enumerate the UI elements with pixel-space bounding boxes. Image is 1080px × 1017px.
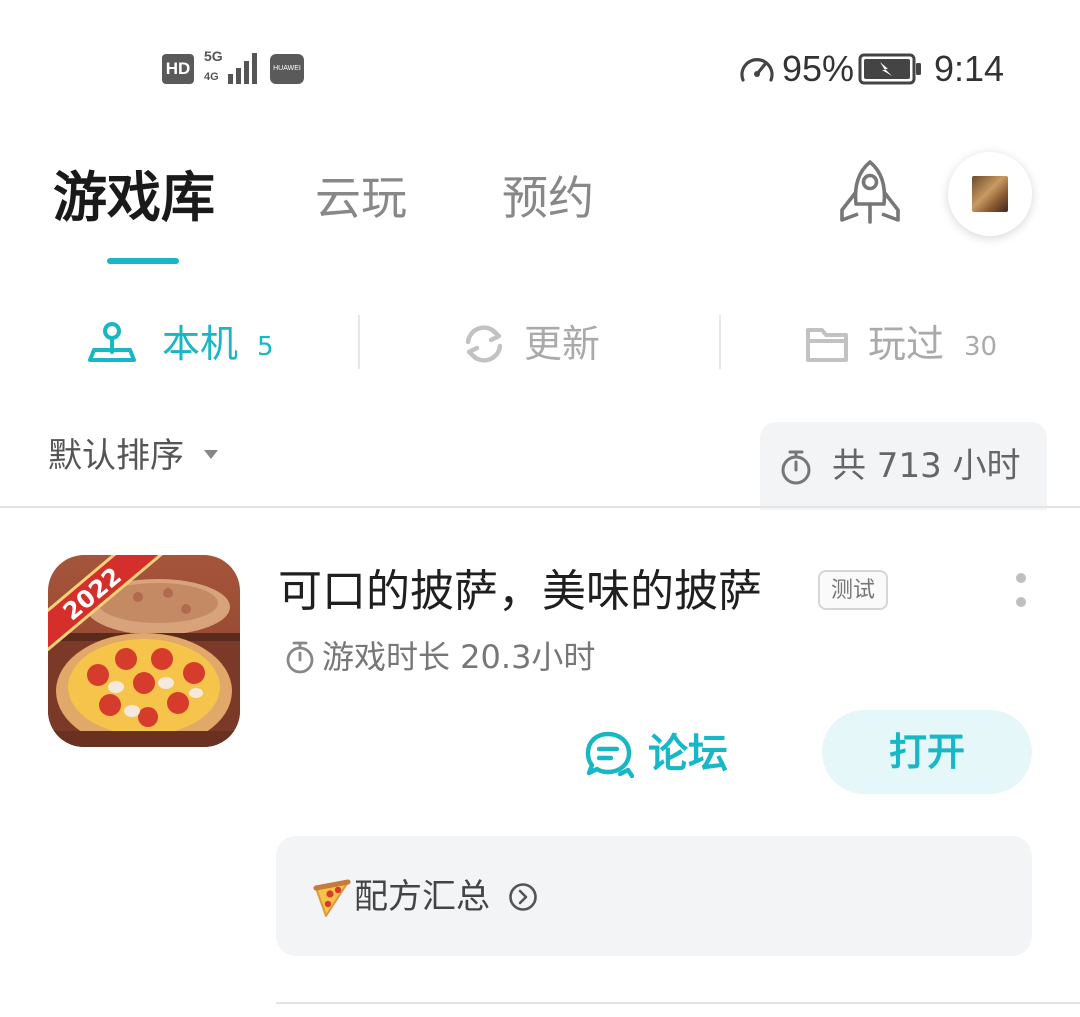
hd-icon: HD	[162, 54, 194, 84]
stopwatch-icon	[781, 450, 811, 485]
segment-local[interactable]: 本机 5	[86, 308, 286, 380]
game-icon[interactable]: 2022	[48, 555, 240, 747]
user-avatar	[972, 176, 1008, 212]
signal-icon: 5G 4G	[204, 48, 257, 84]
divider	[0, 506, 1080, 508]
segment-played[interactable]: 玩过 30	[804, 308, 1004, 380]
rocket-icon[interactable]	[832, 158, 908, 234]
active-tab-indicator	[107, 258, 179, 264]
status-bar: HD 5G 4G HUAWEI 95% 9:14	[0, 0, 1080, 130]
clock-time: 9:14	[934, 48, 1005, 89]
game-title[interactable]: 可口的披萨，美味的披萨	[278, 562, 762, 622]
recipe-summary-link[interactable]: 配方汇总	[276, 836, 1032, 956]
total-playtime: 共 713 小时	[760, 422, 1047, 510]
forum-label: 论坛	[648, 731, 728, 777]
battery-percent: 95%	[782, 48, 855, 89]
play-time: 游戏时长 20.3小时	[322, 638, 596, 676]
pizza-slice-icon	[313, 879, 351, 917]
test-badge: 测试	[818, 570, 888, 610]
stopwatch-icon	[286, 641, 314, 674]
speed-icon	[740, 58, 774, 82]
forum-button[interactable]: 论坛	[584, 724, 744, 784]
battery-icon	[858, 53, 921, 85]
network-label: 5G	[204, 48, 223, 64]
joystick-icon	[88, 322, 136, 362]
total-playtime-text: 共 713 小时	[832, 446, 1021, 486]
tab-reservation[interactable]: 预约	[502, 160, 594, 236]
tab-game-library[interactable]: 游戏库	[53, 160, 215, 236]
huawei-icon: HUAWEI	[270, 54, 304, 84]
caret-down-icon	[204, 450, 218, 459]
avatar-button[interactable]	[948, 152, 1032, 236]
segment-local-label: 本机	[162, 322, 239, 366]
more-vertical-icon[interactable]	[1010, 572, 1032, 612]
open-button[interactable]: 打开	[822, 710, 1032, 794]
sort-dropdown[interactable]: 默认排序	[48, 430, 184, 482]
divider	[276, 1002, 1080, 1004]
segment-played-label: 玩过	[868, 322, 945, 366]
segment-update[interactable]: 更新	[460, 308, 620, 380]
segment-played-count: 30	[964, 332, 998, 362]
divider	[719, 315, 721, 369]
svg-text:4G: 4G	[204, 71, 219, 83]
segment-update-label: 更新	[524, 322, 601, 366]
tab-cloud-play[interactable]: 云玩	[315, 160, 407, 236]
pizza-game-icon: 2022	[48, 555, 240, 747]
recipe-summary-label: 配方汇总	[354, 877, 490, 917]
chevron-right-circle-icon	[509, 883, 537, 911]
segment-local-count: 5	[257, 332, 274, 362]
divider	[358, 315, 360, 369]
chat-icon	[585, 731, 634, 778]
refresh-icon	[465, 325, 503, 363]
folder-icon	[806, 328, 848, 362]
